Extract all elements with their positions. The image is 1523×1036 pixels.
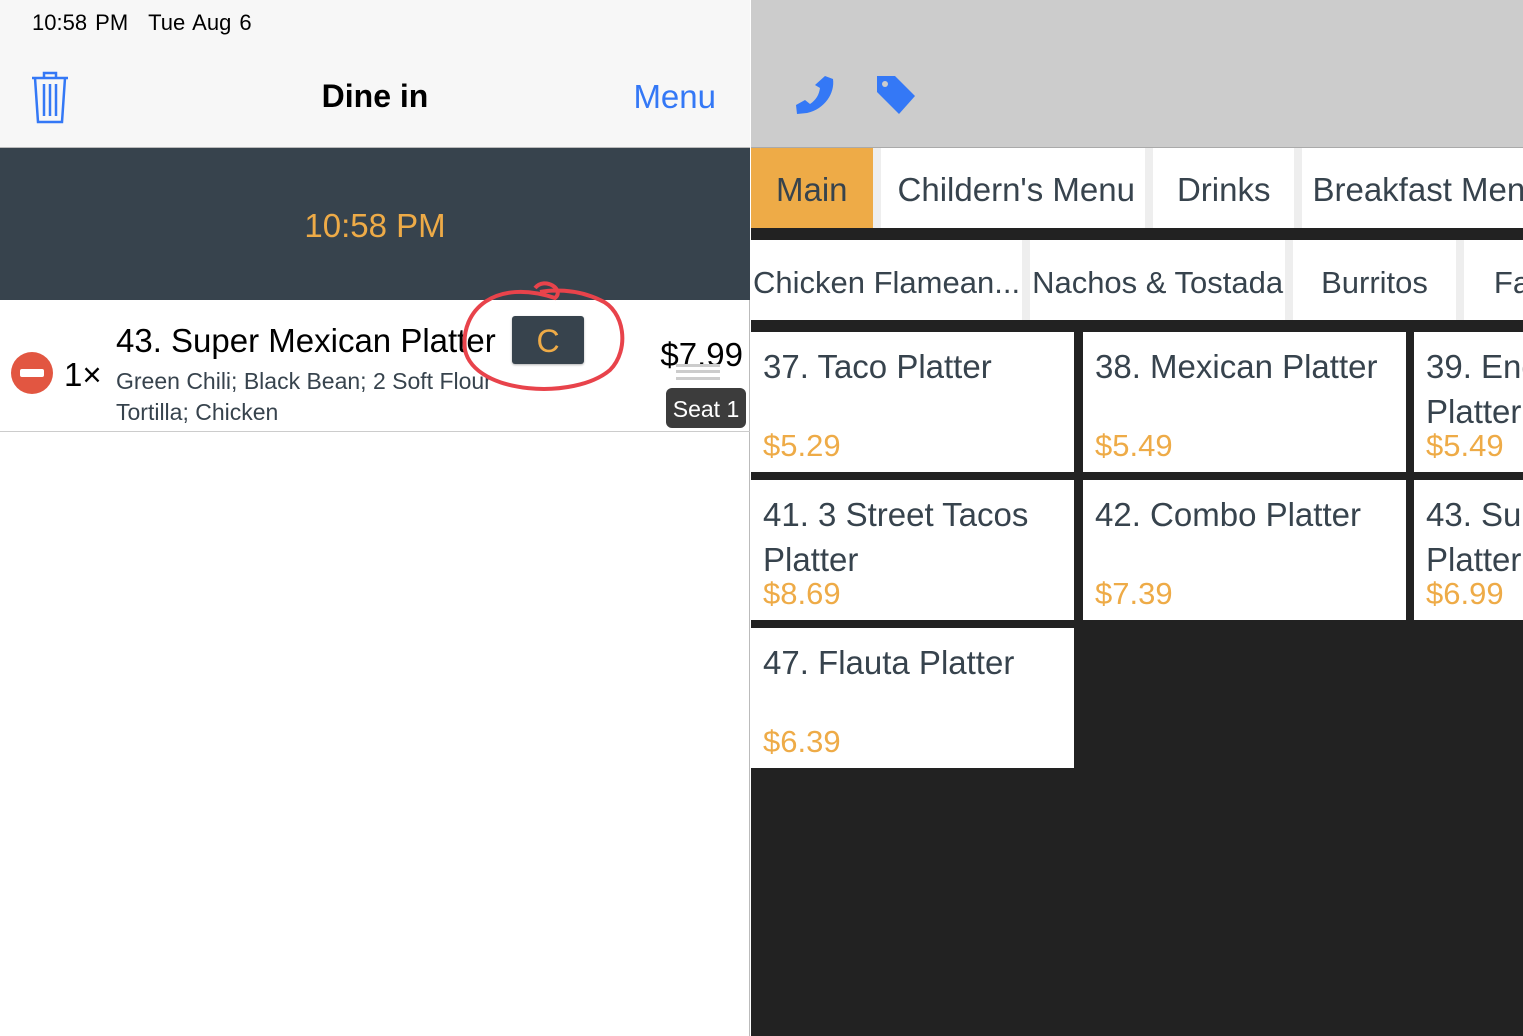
tab-drinks[interactable]: Drinks	[1152, 148, 1295, 228]
status-date: Tue Aug 6	[148, 10, 252, 35]
menu-item-tile[interactable]: 47. Flauta Platter $6.39	[751, 628, 1074, 768]
menu-button[interactable]: Menu	[633, 78, 716, 116]
item-quantity: 1×	[64, 356, 102, 393]
subtab-nachos-tostada[interactable]: Nachos & Tostada	[1030, 240, 1286, 320]
status-bar: 10:58 PM Tue Aug 6	[32, 10, 272, 36]
tile-name: 39. Enchilada Platter	[1426, 348, 1523, 430]
drag-handle-icon[interactable]	[676, 364, 720, 380]
subcategory-tabs: Chicken Flamean... Nachos & Tostada Burr…	[751, 240, 1523, 320]
seat-badge[interactable]: Seat 1	[666, 388, 746, 428]
status-time: 10:58 PM	[32, 10, 129, 35]
remove-item-icon[interactable]	[11, 352, 53, 394]
tile-name: 43. Super Mexican Platter	[1426, 496, 1523, 578]
menu-item-tile[interactable]: 39. Enchilada Platter$5.49	[1414, 332, 1523, 472]
order-panel: 10:58 PM Tue Aug 6 Dine in Menu 10:58 PM …	[0, 0, 750, 1036]
tile-price: $6.99	[1426, 576, 1504, 611]
order-time: 10:58 PM	[0, 148, 750, 300]
menu-item-tile[interactable]: 42. Combo Platter $7.39	[1083, 480, 1406, 620]
tile-price: $7.39	[1095, 576, 1173, 611]
tab-breakfast-menu[interactable]: Breakfast Menu	[1302, 148, 1523, 228]
nav-bar: 10:58 PM Tue Aug 6 Dine in Menu	[0, 0, 750, 148]
menu-toolbar	[751, 0, 1523, 148]
item-modifiers: Green Chili; Black Bean; 2 Soft Flour To…	[116, 368, 492, 425]
menu-item-tile[interactable]: 37. Taco Platter $5.29	[751, 332, 1074, 472]
menu-item-tile[interactable]: 41. 3 Street Tacos Platter $8.69	[751, 480, 1074, 620]
tile-name: 38. Mexican Platter	[1095, 348, 1378, 385]
menu-panel: Main Childern's Menu Drinks Breakfast Me…	[751, 0, 1523, 1036]
tile-name: 42. Combo Platter	[1095, 496, 1361, 533]
menu-item-tile[interactable]: 38. Mexican Platter $5.49	[1083, 332, 1406, 472]
tile-price: $5.49	[1095, 428, 1173, 463]
tile-name: 37. Taco Platter	[763, 348, 992, 385]
subtab-fajitas[interactable]: Fajitas	[1463, 240, 1523, 320]
tile-price: $8.69	[763, 576, 841, 611]
tile-price: $5.29	[763, 428, 841, 463]
tile-name: 41. 3 Street Tacos Platter	[763, 496, 1029, 578]
tile-price: $5.49	[1426, 428, 1504, 463]
tag-icon[interactable]	[875, 74, 917, 116]
subtab-burritos[interactable]: Burritos	[1293, 240, 1456, 320]
category-tabs: Main Childern's Menu Drinks Breakfast Me…	[751, 148, 1523, 228]
tile-name: 47. Flauta Platter	[763, 644, 1015, 681]
item-name: 43. Super Mexican Platter	[116, 322, 496, 359]
menu-item-tile[interactable]: 43. Super Mexican Platter$6.99	[1414, 480, 1523, 620]
tab-childrens-menu[interactable]: Childern's Menu	[880, 148, 1145, 228]
tile-price: $6.39	[763, 724, 841, 759]
tab-main[interactable]: Main	[751, 148, 873, 228]
course-badge[interactable]: C	[512, 316, 584, 364]
subtab-chicken[interactable]: Chicken Flamean...	[751, 240, 1023, 320]
phone-icon[interactable]	[795, 74, 837, 116]
